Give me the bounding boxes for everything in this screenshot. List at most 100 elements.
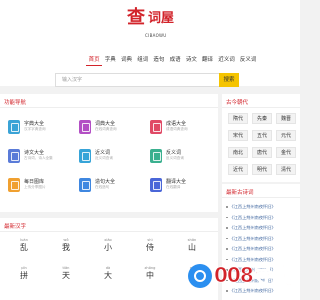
app-name: 诗文大全 [24,150,45,156]
app-item[interactable]: 反义词 反义词查询 [150,149,220,171]
dynasty-button[interactable]: 金代 [276,147,296,158]
char-pinyin: pīn [21,266,27,270]
latest-chars-title: 最新汉字 [4,224,27,230]
logo-name: 词屋 [148,11,175,26]
app-item[interactable]: 每日图库 上传分享图片 [8,178,78,200]
app-name: 成语大全 [166,121,187,127]
char-link[interactable]: zhōng 中 [131,266,169,284]
char-link[interactable]: pīn 拼 [5,266,43,284]
dynasty-button[interactable]: 近代 [228,164,248,175]
dynasty-button[interactable]: 宋代 [228,130,248,141]
char-hanzi: 大 [104,271,112,280]
apps-panel: 功能导航 字典大全 汉字字典查询 词典大全 在线词典查询 成语大全 成语词典查询 诗文大全古… [0,94,218,212]
nav-item[interactable]: 成语 [167,54,183,66]
app-desc: 古诗词、诗人全集 [24,156,53,160]
char-pinyin: xiǎo [104,238,112,242]
app-item[interactable]: 诗文大全 古诗词、诗人全集 [8,149,78,171]
nav-item[interactable]: 诗文 [183,54,199,66]
site-logo[interactable]: 查 词屋 CIBAOWU [127,6,175,48]
main-nav: 首页 字典 词典 组词 造句 成语 诗文 翻译 近义词 反义词 [86,54,259,66]
poem-link[interactable]: 《江西上荆州南夜怀旧》 [226,246,276,252]
app-desc: 反义词查询 [166,156,184,160]
book-icon [79,149,91,163]
nav-item[interactable]: 反义词 [237,54,259,66]
search-input[interactable]: 输入汉字 [55,73,221,87]
app-name: 字典大全 [24,121,45,127]
watermark-logo: 008导航 [188,260,300,296]
dynasty-button[interactable]: 明代 [252,164,272,175]
char-link[interactable]: dà 大 [89,266,127,284]
dynasty-button[interactable]: 先秦 [252,113,272,124]
app-item[interactable]: 近义词 近义词查询 [79,149,149,171]
dynasty-button[interactable]: 五代 [252,130,272,141]
search-button[interactable]: 搜索 [219,73,239,87]
book-icon [8,178,20,192]
nav-item[interactable]: 首页 [86,54,103,66]
char-link[interactable]: luàn 乱 [5,238,43,256]
app-name: 反义词 [166,150,182,156]
poem-link[interactable]: 《江西上荆州南夜怀旧》 [226,215,276,221]
dynasty-button[interactable]: 唐代 [252,147,272,158]
dynasty-button[interactable]: 元代 [276,130,296,141]
nav-item[interactable]: 近义词 [216,54,238,66]
poem-link[interactable]: 《江西上荆州南夜怀旧》 [226,225,276,231]
latest-poems-title: 最新古诗词 [226,190,254,196]
char-hanzi: 拼 [20,271,28,280]
char-hanzi: 中 [146,271,154,280]
dynasty-panel-title: 古今朝代 [226,100,249,106]
nav-item[interactable]: 翻译 [199,54,215,66]
char-hanzi: 乱 [20,243,28,252]
app-desc: 在线词典查询 [95,127,117,131]
book-icon [79,120,91,134]
header: 查 词屋 CIBAOWU 首页 字典 词典 组词 造句 成语 诗文 翻译 近义词 反义词 输入汉字… [0,0,300,87]
poem-link[interactable]: 《江西上荆州南夜怀旧》 [226,236,276,242]
dynasty-panel: 古今朝代 隋代 先秦 魏晋宋代 五代 元代南北 唐代 金代近代 明代 清代 [222,94,300,182]
app-name: 造句大全 [95,179,116,185]
book-icon [150,120,162,134]
dynasty-button[interactable]: 隋代 [228,113,248,124]
nav-item[interactable]: 字典 [102,54,118,66]
char-pinyin: shì [147,238,153,242]
char-link[interactable]: xiǎo 小 [89,238,127,256]
char-link[interactable]: tiān 天 [47,266,85,284]
logo-subtitle: CIBAOWU [145,33,167,38]
char-link[interactable]: shì 侍 [131,238,169,256]
app-desc: 在线造句 [95,185,110,189]
divider [222,197,300,198]
dynasty-button[interactable]: 南北 [228,147,248,158]
search-bar: 输入汉字 搜索 [55,73,239,87]
nav-item[interactable]: 组词 [135,54,151,66]
app-item[interactable]: 翻译大全 在线翻译 [150,178,220,200]
app-item[interactable]: 成语大全 成语词典查询 [150,120,220,142]
char-pinyin: dà [105,266,111,270]
logo-char: 查 [127,7,145,28]
app-desc: 近义词查询 [95,156,113,160]
char-pinyin: tiān [62,266,70,270]
divider [222,107,300,108]
dynasty-button[interactable]: 清代 [276,164,296,175]
app-desc: 成语词典查询 [166,127,188,131]
char-pinyin: shān [187,238,197,242]
char-link[interactable]: wǒ 我 [47,238,85,256]
nav-item[interactable]: 造句 [151,54,167,66]
nav-item[interactable]: 词典 [118,54,134,66]
watermark-icon [188,264,212,288]
poem-link[interactable]: 《江西上荆州南夜怀旧》 [226,204,276,210]
char-hanzi: 侍 [146,243,154,252]
book-icon [8,120,20,134]
app-item[interactable]: 字典大全 汉字字典查询 [8,120,78,142]
char-pinyin: wǒ [63,238,69,242]
char-pinyin: zhōng [144,266,156,270]
app-name: 近义词 [95,150,111,156]
app-item[interactable]: 造句大全 在线造句 [79,178,149,200]
char-link[interactable]: shān 山 [173,238,211,256]
dynasty-button[interactable]: 魏晋 [276,113,296,124]
app-item[interactable]: 词典大全 在线词典查询 [79,120,149,142]
app-name: 翻译大全 [166,179,187,185]
app-desc: 在线翻译 [166,185,181,189]
app-desc: 汉字字典查询 [24,127,46,131]
char-pinyin: luàn [20,238,28,242]
apps-panel-title: 功能导航 [4,100,27,106]
app-desc: 上传分享图片 [24,185,46,189]
divider [0,231,218,232]
